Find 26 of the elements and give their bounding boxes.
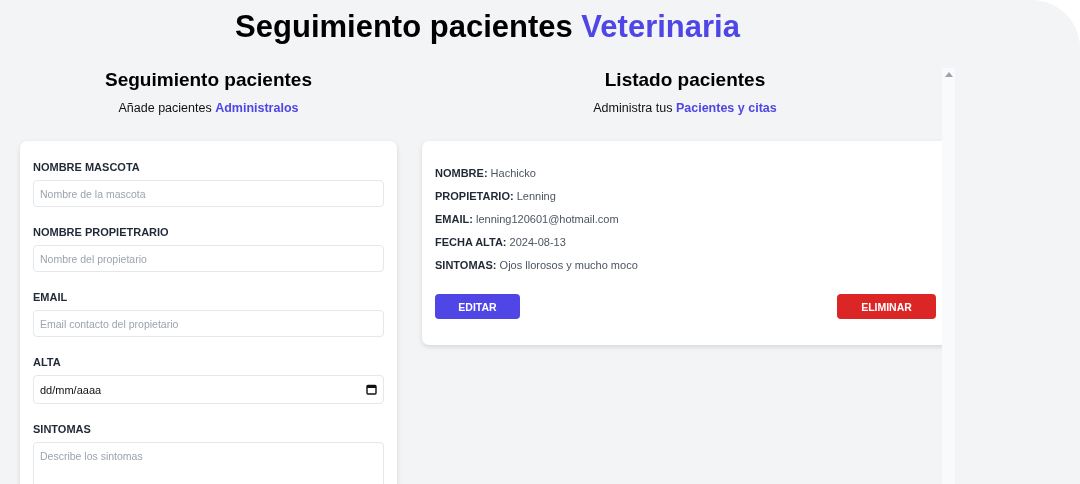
page-title: Seguimiento pacientes Veterinaria bbox=[234, 8, 742, 45]
field-label: NOMBRE MASCOTA bbox=[33, 161, 141, 173]
field-label: ALTA bbox=[33, 356, 62, 368]
section-heading: Seguimiento pacientes bbox=[104, 68, 313, 92]
input-field[interactable]: Nombre del propietario bbox=[33, 245, 384, 272]
section-subtitle: Administra tus Pacientes y citas bbox=[592, 101, 778, 115]
date-field[interactable]: dd/mm/aaaa bbox=[33, 375, 384, 404]
scroll-up-icon[interactable] bbox=[944, 72, 953, 77]
text-area[interactable]: Describe los sintomas bbox=[33, 442, 384, 484]
field-label: EMAIL bbox=[33, 291, 69, 303]
date-placeholder: dd/mm/aaaa bbox=[40, 383, 102, 396]
calendar-icon[interactable] bbox=[366, 384, 377, 395]
scrollbar[interactable] bbox=[942, 68, 955, 484]
field-label: SINTOMAS bbox=[33, 423, 92, 435]
section-heading: Listado pacientes bbox=[603, 68, 767, 92]
section-subtitle: Añade pacientes Administralos bbox=[117, 101, 300, 115]
delete-button[interactable]: ELIMINAR bbox=[837, 294, 936, 319]
patient-detail: FECHA ALTA: 2024-08-13 bbox=[435, 236, 567, 249]
edit-button[interactable]: EDITAR bbox=[435, 294, 520, 319]
input-field[interactable]: Nombre de la mascota bbox=[33, 180, 384, 207]
patient-detail: EMAIL: lenning120601@hotmail.com bbox=[435, 213, 620, 226]
input-field[interactable]: Email contacto del propietario bbox=[33, 310, 384, 337]
patient-detail: PROPIETARIO: Lenning bbox=[435, 190, 557, 203]
patient-detail: SINTOMAS: Ojos llorosos y mucho moco bbox=[435, 259, 639, 272]
field-label: NOMBRE PROPIETRARIO bbox=[33, 226, 170, 238]
patient-detail: NOMBRE: Hachicko bbox=[435, 167, 537, 180]
